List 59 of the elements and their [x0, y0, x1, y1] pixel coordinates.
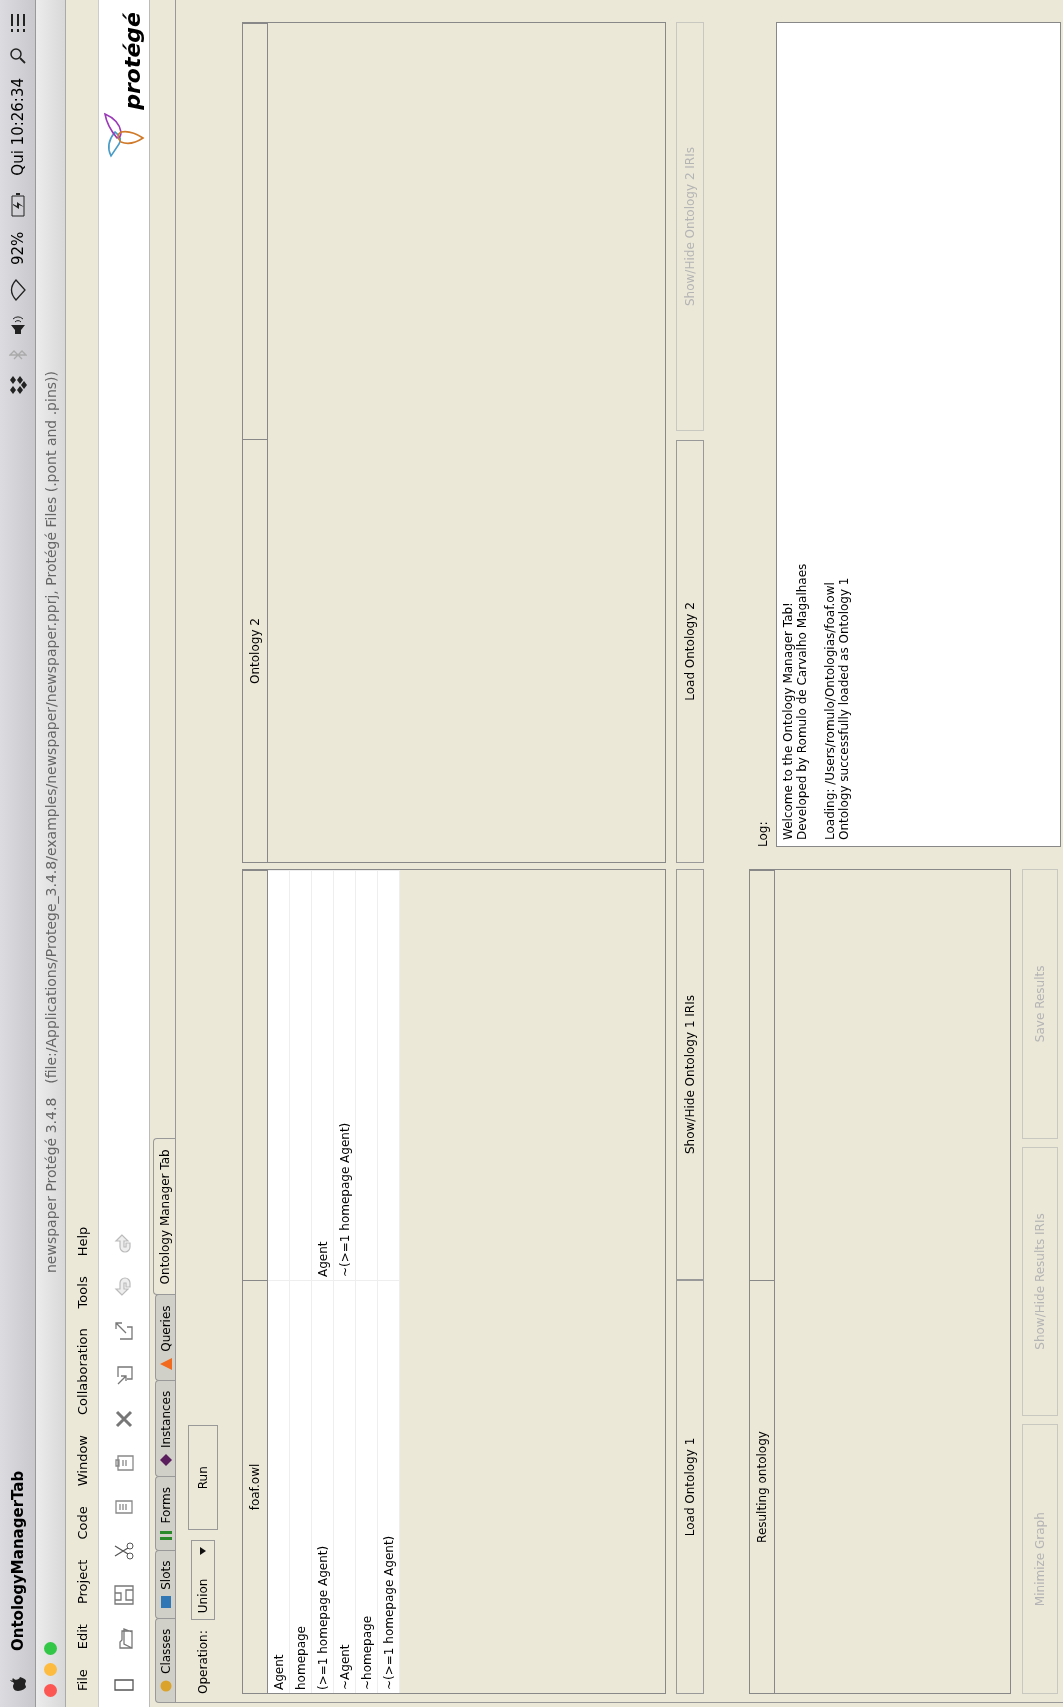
menu-item[interactable]: Edit	[74, 1624, 90, 1650]
table-cell: homepage	[290, 1280, 311, 1693]
window-title: newspaper Protégé 3.4.8	[42, 1097, 59, 1273]
table-cell: (>=1 homepage Agent)	[312, 1280, 333, 1693]
menu-item[interactable]: Help	[74, 1226, 90, 1257]
apple-icon[interactable]	[8, 1675, 27, 1691]
menu-item[interactable]: File	[74, 1669, 90, 1691]
logo-text: protégé	[120, 12, 145, 110]
log-label: Log:	[754, 820, 771, 847]
square-icon	[160, 1595, 171, 1608]
diamonds-icon[interactable]	[8, 374, 27, 395]
tab[interactable]: Instances	[155, 1379, 175, 1478]
wifi-icon[interactable]	[9, 278, 26, 301]
action-button[interactable]: Load Ontology 1	[676, 1280, 704, 1694]
table-cell: ~Agent	[334, 1280, 355, 1693]
action-button[interactable]: Show/Hide Ontology 1 IRIs	[676, 869, 704, 1280]
circle-icon	[159, 1680, 172, 1692]
log-line: Welcome to the Ontology Manager Tab!	[781, 601, 795, 840]
log-line: Developed by Romulo de Carvalho Magalhaes	[795, 562, 809, 840]
operation-label: Operation:	[196, 1630, 210, 1694]
close-button[interactable]	[44, 1684, 57, 1697]
list-icon[interactable]	[10, 14, 25, 32]
clock[interactable]: Qui 10:26:34	[8, 78, 27, 176]
operation-dropdown[interactable]: Union	[191, 1540, 215, 1621]
menu-item[interactable]: Code	[74, 1506, 90, 1540]
tab[interactable]: Ontology Manager Tab	[153, 1138, 175, 1296]
cut-icon[interactable]	[112, 1539, 136, 1563]
log-line: Ontology successfully loaded as Ontology 1	[837, 576, 851, 840]
table-cell: ~(>=1 homepage Agent)	[334, 870, 355, 1280]
table-cell: ~(>=1 homepage Agent)	[378, 1280, 399, 1693]
search-icon[interactable]	[8, 46, 27, 64]
column-header[interactable]: foaf.owl	[243, 1280, 267, 1693]
menu-item[interactable]: Project	[74, 1559, 90, 1605]
petals-drawing	[103, 111, 145, 158]
tab[interactable]: Forms	[155, 1476, 175, 1551]
menu-item[interactable]: Window	[74, 1435, 90, 1487]
window-path: (file:/Applications/Protege_3.4.8/examples/newspaper/newspaper.pprj, Protégé Files (.pont and .pins))	[42, 371, 59, 1084]
tab[interactable]: Queries	[155, 1294, 175, 1381]
log-line: Loading: /Users/romulo/Ontologias/foaf.owl	[823, 581, 837, 840]
volume-icon[interactable]	[9, 314, 26, 335]
run-button[interactable]: Run	[188, 1425, 218, 1531]
menu-item[interactable]: Collaboration	[74, 1328, 90, 1415]
triangle-icon	[159, 1357, 172, 1370]
save-icon[interactable]	[112, 1583, 136, 1607]
tab[interactable]: Slots	[155, 1549, 175, 1619]
table-cell: Agent	[312, 870, 333, 1280]
export-icon[interactable]	[112, 1319, 136, 1343]
column-header[interactable]: Ontology 2	[243, 439, 267, 862]
tab[interactable]: Classes	[155, 1617, 175, 1703]
table-cell: Agent	[268, 1280, 289, 1693]
bars-icon	[159, 1529, 172, 1540]
table-cell: ~homepage	[356, 1280, 377, 1693]
action-button[interactable]: Load Ontology 2	[676, 440, 704, 863]
column-header[interactable]: Resulting ontology	[750, 1280, 774, 1693]
menu-item[interactable]: Tools	[74, 1276, 90, 1309]
caret-icon	[200, 1547, 206, 1556]
app-name[interactable]: OntologyManagerTab	[8, 1470, 27, 1651]
diamond-icon	[159, 1454, 172, 1467]
battery-percent: 92%	[8, 231, 27, 265]
